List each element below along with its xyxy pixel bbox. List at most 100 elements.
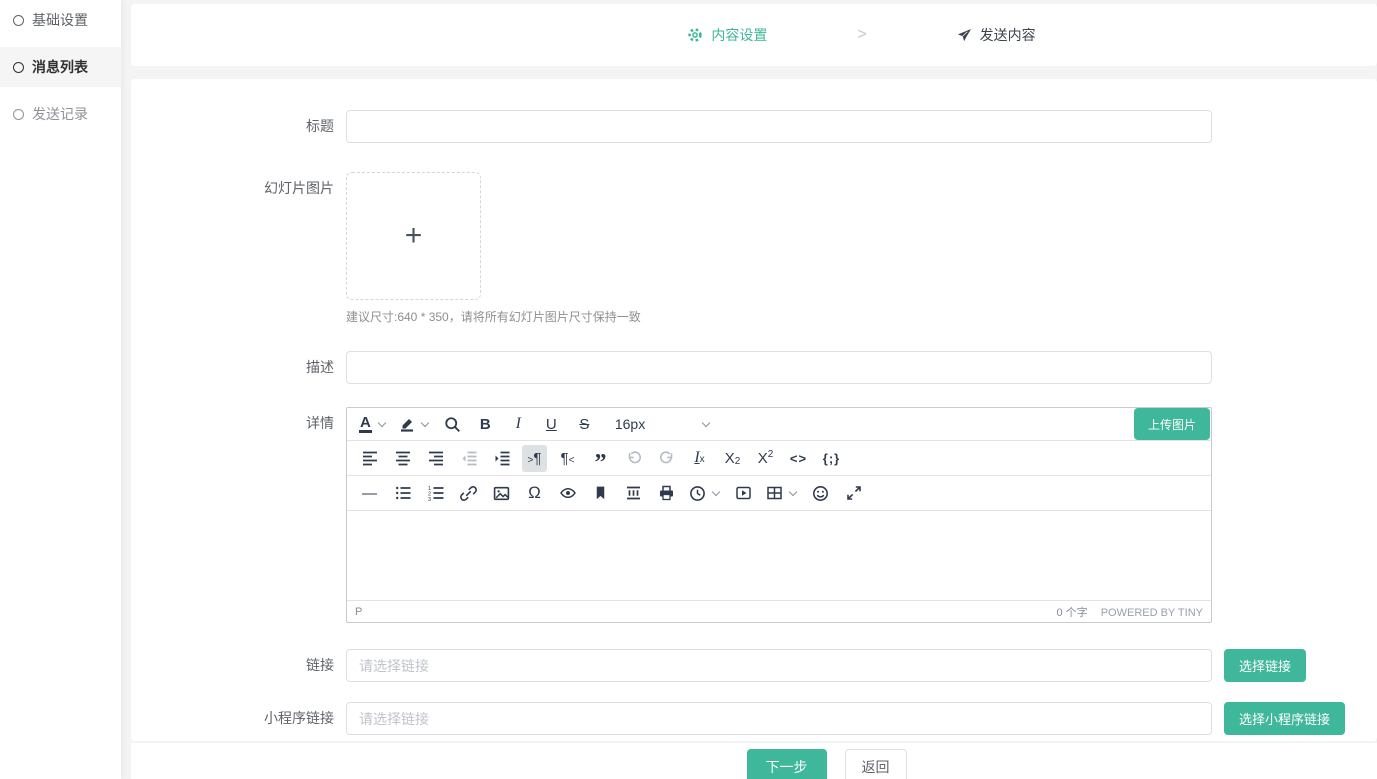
media-icon (735, 485, 752, 501)
strikethrough-button[interactable]: S (572, 411, 597, 438)
subscript-button[interactable]: X2 (720, 445, 745, 472)
indent-icon (494, 450, 510, 466)
chevron-down-icon (789, 487, 797, 495)
printer-icon (658, 485, 675, 501)
blockquote-button[interactable]: ” (588, 445, 613, 472)
bullet-list-button[interactable] (390, 480, 415, 507)
outdent-icon (461, 450, 477, 466)
sidebar-item-message-list[interactable]: 消息列表 (0, 47, 121, 87)
clear-formatting-button[interactable]: Ix (687, 445, 712, 472)
link-icon (460, 485, 477, 502)
print-button[interactable] (654, 480, 679, 507)
upload-image-button[interactable]: 上传图片 (1134, 408, 1210, 440)
background-color-button[interactable] (397, 411, 432, 438)
numbered-list-button[interactable]: 1 2 3 (423, 480, 448, 507)
steps-bar: 内容设置 > 发送内容 (131, 4, 1377, 66)
font-size-select[interactable]: 16px (607, 411, 719, 438)
code-button[interactable]: <> (786, 445, 811, 472)
statusbar-right: 0 个字 POWERED BY TINY (1046, 604, 1203, 620)
bullet-list-icon (395, 485, 411, 501)
image-upload-box[interactable]: + (346, 172, 481, 300)
select-link-button[interactable]: 选择链接 (1224, 649, 1306, 682)
link-button[interactable] (456, 480, 481, 507)
next-step-button[interactable]: 下一步 (747, 749, 827, 779)
slides-upload-wrap: + 建议尺寸:640 * 350，请将所有幻灯片图片尺寸保持一致 (346, 172, 641, 325)
align-left-button[interactable] (357, 445, 382, 472)
redo-button[interactable] (654, 445, 679, 472)
text-color-button[interactable]: A (357, 411, 389, 438)
step-label: 内容设置 (711, 25, 767, 45)
preview-button[interactable] (555, 480, 580, 507)
code-sample-button[interactable]: {;} (819, 445, 844, 472)
miniprogram-link-label: 小程序链接 (131, 702, 346, 735)
indent-button[interactable] (489, 445, 514, 472)
bookmark-icon (593, 485, 608, 501)
editor-content-area[interactable] (347, 511, 1211, 600)
slides-hint: 建议尺寸:640 * 350，请将所有幻灯片图片尺寸保持一致 (346, 308, 641, 325)
description-input[interactable] (346, 351, 1212, 384)
code-icon: <> (790, 451, 807, 466)
undo-icon (626, 450, 642, 466)
subscript-icon: X2 (725, 449, 741, 467)
italic-button[interactable]: I (506, 411, 531, 438)
circle-icon (13, 15, 24, 26)
rtl-button[interactable]: ¶< (555, 445, 580, 472)
image-icon (493, 485, 510, 502)
sidebar-item-send-records[interactable]: 发送记录 (0, 94, 121, 134)
description-label: 描述 (131, 351, 346, 384)
page: 基础设置 消息列表 发送记录 内容设置 > (0, 0, 1377, 779)
sidebar-item-label: 基础设置 (32, 10, 88, 30)
insert-datetime-button[interactable] (687, 480, 723, 507)
sidebar-item-label: 消息列表 (32, 57, 88, 77)
align-center-button[interactable] (390, 445, 415, 472)
search-replace-button[interactable] (440, 411, 465, 438)
detail-label: 详情 (131, 407, 346, 440)
redo-icon (659, 450, 675, 466)
step-send-content[interactable]: 发送内容 (957, 25, 1036, 45)
ltr-button[interactable]: >¶ (522, 445, 547, 472)
media-button[interactable] (731, 480, 756, 507)
step-content-settings[interactable]: 内容设置 (687, 25, 767, 45)
miniprogram-link-input[interactable] (346, 702, 1212, 735)
eye-icon (559, 485, 577, 501)
fullscreen-button[interactable] (841, 480, 866, 507)
emoticons-button[interactable] (808, 480, 833, 507)
bold-button[interactable]: B (473, 411, 498, 438)
sidebar-item-basic-settings[interactable]: 基础设置 (0, 0, 121, 40)
step-label: 发送内容 (980, 25, 1036, 45)
link-label: 链接 (131, 649, 346, 682)
outdent-button[interactable] (456, 445, 481, 472)
horizontal-rule-button[interactable]: — (357, 480, 382, 507)
title-input[interactable] (346, 110, 1212, 143)
table-button[interactable] (764, 480, 800, 507)
toolbar-row-2: >¶ ¶< ” (347, 441, 1211, 476)
send-icon (957, 28, 972, 43)
toolbar-row-1: A (347, 408, 1211, 441)
underline-button[interactable]: U (539, 411, 564, 438)
chevron-down-icon (702, 418, 710, 426)
link-row: 链接 选择链接 (131, 649, 1377, 682)
rich-text-editor: A (346, 407, 1212, 623)
toolbar-row-3: — 1 2 3 (347, 476, 1211, 511)
align-right-icon (428, 450, 444, 466)
image-button[interactable] (489, 480, 514, 507)
align-right-button[interactable] (423, 445, 448, 472)
anchor-button[interactable] (588, 480, 613, 507)
smiley-icon (812, 485, 829, 502)
special-character-icon: Ω (528, 483, 541, 503)
special-character-button[interactable]: Ω (522, 480, 547, 507)
form-card: 标题 幻灯片图片 + 建议尺寸:640 * 350，请将所有幻灯片图片尺寸保持一… (131, 79, 1377, 741)
undo-button[interactable] (621, 445, 646, 472)
blockquote-icon: ” (595, 448, 607, 468)
link-input[interactable] (346, 649, 1212, 682)
page-break-icon (625, 485, 642, 501)
powered-by: POWERED BY TINY (1101, 607, 1203, 619)
back-button[interactable]: 返回 (845, 749, 907, 779)
select-miniprogram-link-button[interactable]: 选择小程序链接 (1224, 702, 1345, 735)
content-area: 内容设置 > 发送内容 标题 幻灯片图片 + (121, 0, 1377, 779)
gear-icon (687, 27, 703, 43)
superscript-button[interactable]: X2 (753, 445, 778, 472)
superscript-icon: X2 (758, 449, 774, 467)
page-break-button[interactable] (621, 480, 646, 507)
clear-formatting-icon: Ix (694, 449, 704, 467)
